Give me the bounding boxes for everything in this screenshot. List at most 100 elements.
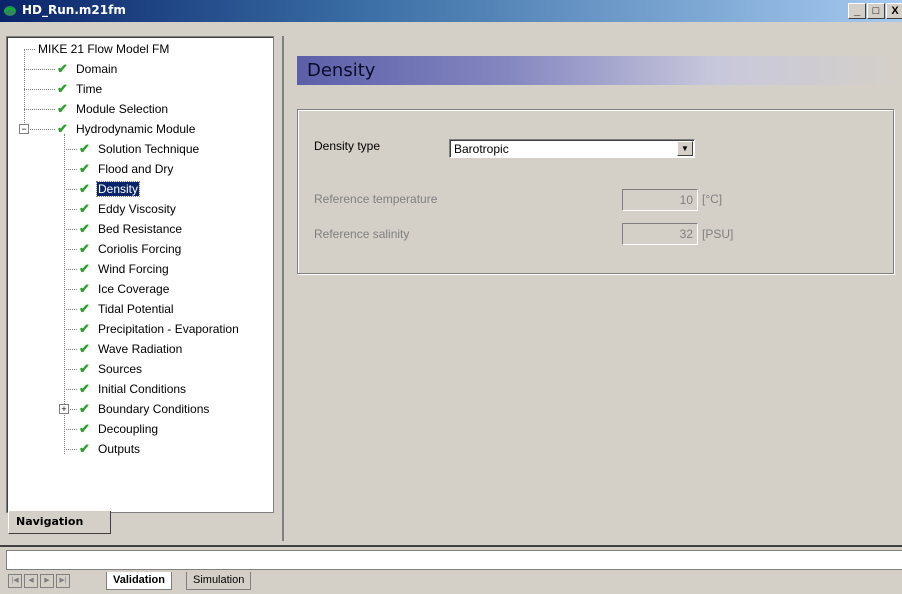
tab-navigation[interactable]: Navigation <box>8 511 111 534</box>
tree-item-label: Precipitation - Evaporation <box>98 322 239 336</box>
tree-item-label: Time <box>76 82 103 96</box>
close-button[interactable]: X <box>886 3 902 19</box>
checkmark-icon: ✔ <box>79 421 90 436</box>
tree-connector <box>64 189 77 190</box>
tree-item-label: Module Selection <box>76 102 169 116</box>
tree-item-label: Sources <box>98 362 143 376</box>
checkmark-icon: ✔ <box>79 201 90 216</box>
checkmark-icon: ✔ <box>79 341 90 356</box>
density-type-label: Density type <box>314 139 381 153</box>
checkmark-icon: ✔ <box>79 181 90 196</box>
tree-connector <box>64 149 77 150</box>
tree-item-label: Wind Forcing <box>98 262 169 276</box>
checkmark-icon: ✔ <box>79 261 90 276</box>
tree-item[interactable]: ✔ Module Selection <box>57 100 169 118</box>
reference-temperature-unit: [°C] <box>702 192 723 206</box>
tree-item[interactable]: MIKE 21 Flow Model FM <box>37 40 170 58</box>
tree-connector <box>64 389 77 390</box>
tree-connector <box>64 209 77 210</box>
tree-connector <box>64 229 77 230</box>
tree-item[interactable]: ✔ Sources <box>79 360 143 378</box>
checkmark-icon: ✔ <box>79 321 90 336</box>
tree-item-label: Ice Coverage <box>98 282 170 296</box>
density-type-select[interactable]: Barotropic ▼ <box>449 139 695 158</box>
tree-item-label: Eddy Viscosity <box>98 202 176 216</box>
tree-item[interactable]: ✔ Ice Coverage <box>79 280 170 298</box>
next-tab-icon[interactable]: ▶ <box>40 574 54 588</box>
tree-item-label: Bed Resistance <box>98 222 183 236</box>
checkmark-icon: ✔ <box>57 101 68 116</box>
tree-item[interactable]: ✔ Solution Technique <box>79 140 200 158</box>
tree-item-label: Initial Conditions <box>98 382 187 396</box>
tree-connector <box>24 109 55 110</box>
tree-item[interactable]: ✔ Bed Resistance <box>79 220 183 238</box>
checkmark-icon: ✔ <box>57 121 68 136</box>
tree-item-label: Solution Technique <box>98 142 200 156</box>
tree-item-label: Flood and Dry <box>98 162 174 176</box>
tree-item[interactable]: ✔ Domain <box>57 60 118 78</box>
navigation-panel: MIKE 21 Flow Model FM ✔ Domain ✔ Time ✔ Module… <box>6 36 274 513</box>
tree-item[interactable]: ✔ Wind Forcing <box>79 260 170 278</box>
tree-item[interactable]: ✔ Coriolis Forcing <box>79 240 182 258</box>
collapse-icon[interactable]: − <box>19 124 29 134</box>
restore-button[interactable]: □ <box>867 3 885 19</box>
checkmark-icon: ✔ <box>57 61 68 76</box>
page-title: Density <box>307 60 376 81</box>
checkmark-icon: ✔ <box>79 441 90 456</box>
expand-icon[interactable]: + <box>59 404 69 414</box>
tree-item-label: Coriolis Forcing <box>98 242 182 256</box>
tree-item[interactable]: ✔ Tidal Potential <box>79 300 175 318</box>
tree-item-label: Outputs <box>98 442 141 456</box>
tree-connector <box>64 269 77 270</box>
tree-connector <box>64 289 77 290</box>
tree-connector <box>64 329 77 330</box>
tree-item[interactable]: ✔ Outputs <box>79 440 141 458</box>
tree-item-label: Hydrodynamic Module <box>76 122 196 136</box>
tree-connector <box>64 169 77 170</box>
tree-connector <box>64 349 77 350</box>
reference-salinity-field: 32 <box>622 223 698 245</box>
last-tab-icon[interactable]: ▶| <box>56 574 70 588</box>
tree-item[interactable]: ✔ Density <box>79 180 141 198</box>
checkmark-icon: ✔ <box>79 401 90 416</box>
tree-item-label: Density <box>95 181 141 197</box>
checkmark-icon: ✔ <box>79 161 90 176</box>
tree-item[interactable]: ✔ Eddy Viscosity <box>79 200 177 218</box>
tree-item[interactable]: ✔ Wave Radiation <box>79 340 183 358</box>
tree-connector <box>64 429 77 430</box>
checkmark-icon: ✔ <box>57 81 68 96</box>
tree-item[interactable]: ✔ Decoupling <box>79 420 159 438</box>
tree-item[interactable]: ✔ Flood and Dry <box>79 160 174 178</box>
tree-item-label: Boundary Conditions <box>98 402 210 416</box>
tree-item[interactable]: ✔ Initial Conditions <box>79 380 187 398</box>
checkmark-icon: ✔ <box>79 141 90 156</box>
tree-connector <box>64 369 77 370</box>
reference-salinity-unit: [PSU] <box>702 227 734 241</box>
tab-validation[interactable]: Validation <box>106 572 172 590</box>
chevron-down-icon[interactable]: ▼ <box>677 141 693 156</box>
first-tab-icon[interactable]: |◀ <box>8 574 22 588</box>
tree-connector <box>64 249 77 250</box>
density-page: Density Density type Barotropic ▼ Refere… <box>284 36 902 541</box>
tree-item[interactable]: ✔ Time <box>57 80 103 98</box>
tree-item[interactable]: ✔ Hydrodynamic Module <box>57 120 196 138</box>
tree-item[interactable]: ✔ Boundary Conditions <box>79 400 210 418</box>
minimize-button[interactable]: _ <box>848 3 866 19</box>
reference-salinity-label: Reference salinity <box>314 227 410 241</box>
checkmark-icon: ✔ <box>79 281 90 296</box>
checkmark-icon: ✔ <box>79 301 90 316</box>
checkmark-icon: ✔ <box>79 221 90 236</box>
tree-item[interactable]: ✔ Precipitation - Evaporation <box>79 320 240 338</box>
prev-tab-icon[interactable]: ◀ <box>24 574 38 588</box>
tab-simulation[interactable]: Simulation <box>186 572 252 590</box>
checkmark-icon: ✔ <box>79 241 90 256</box>
window-title: HD_Run.m21fm <box>22 3 126 17</box>
tree-connector <box>64 449 77 450</box>
title-bar: HD_Run.m21fm _ □ X <box>0 0 902 22</box>
validation-output <box>6 550 902 570</box>
tree-item-label: Decoupling <box>98 422 159 436</box>
validation-area: |◀ ◀ ▶ ▶| Validation Simulation <box>0 545 902 594</box>
tree-item-label: Wave Radiation <box>98 342 183 356</box>
tree-connector <box>64 309 77 310</box>
tree-item-label: Domain <box>76 62 118 76</box>
